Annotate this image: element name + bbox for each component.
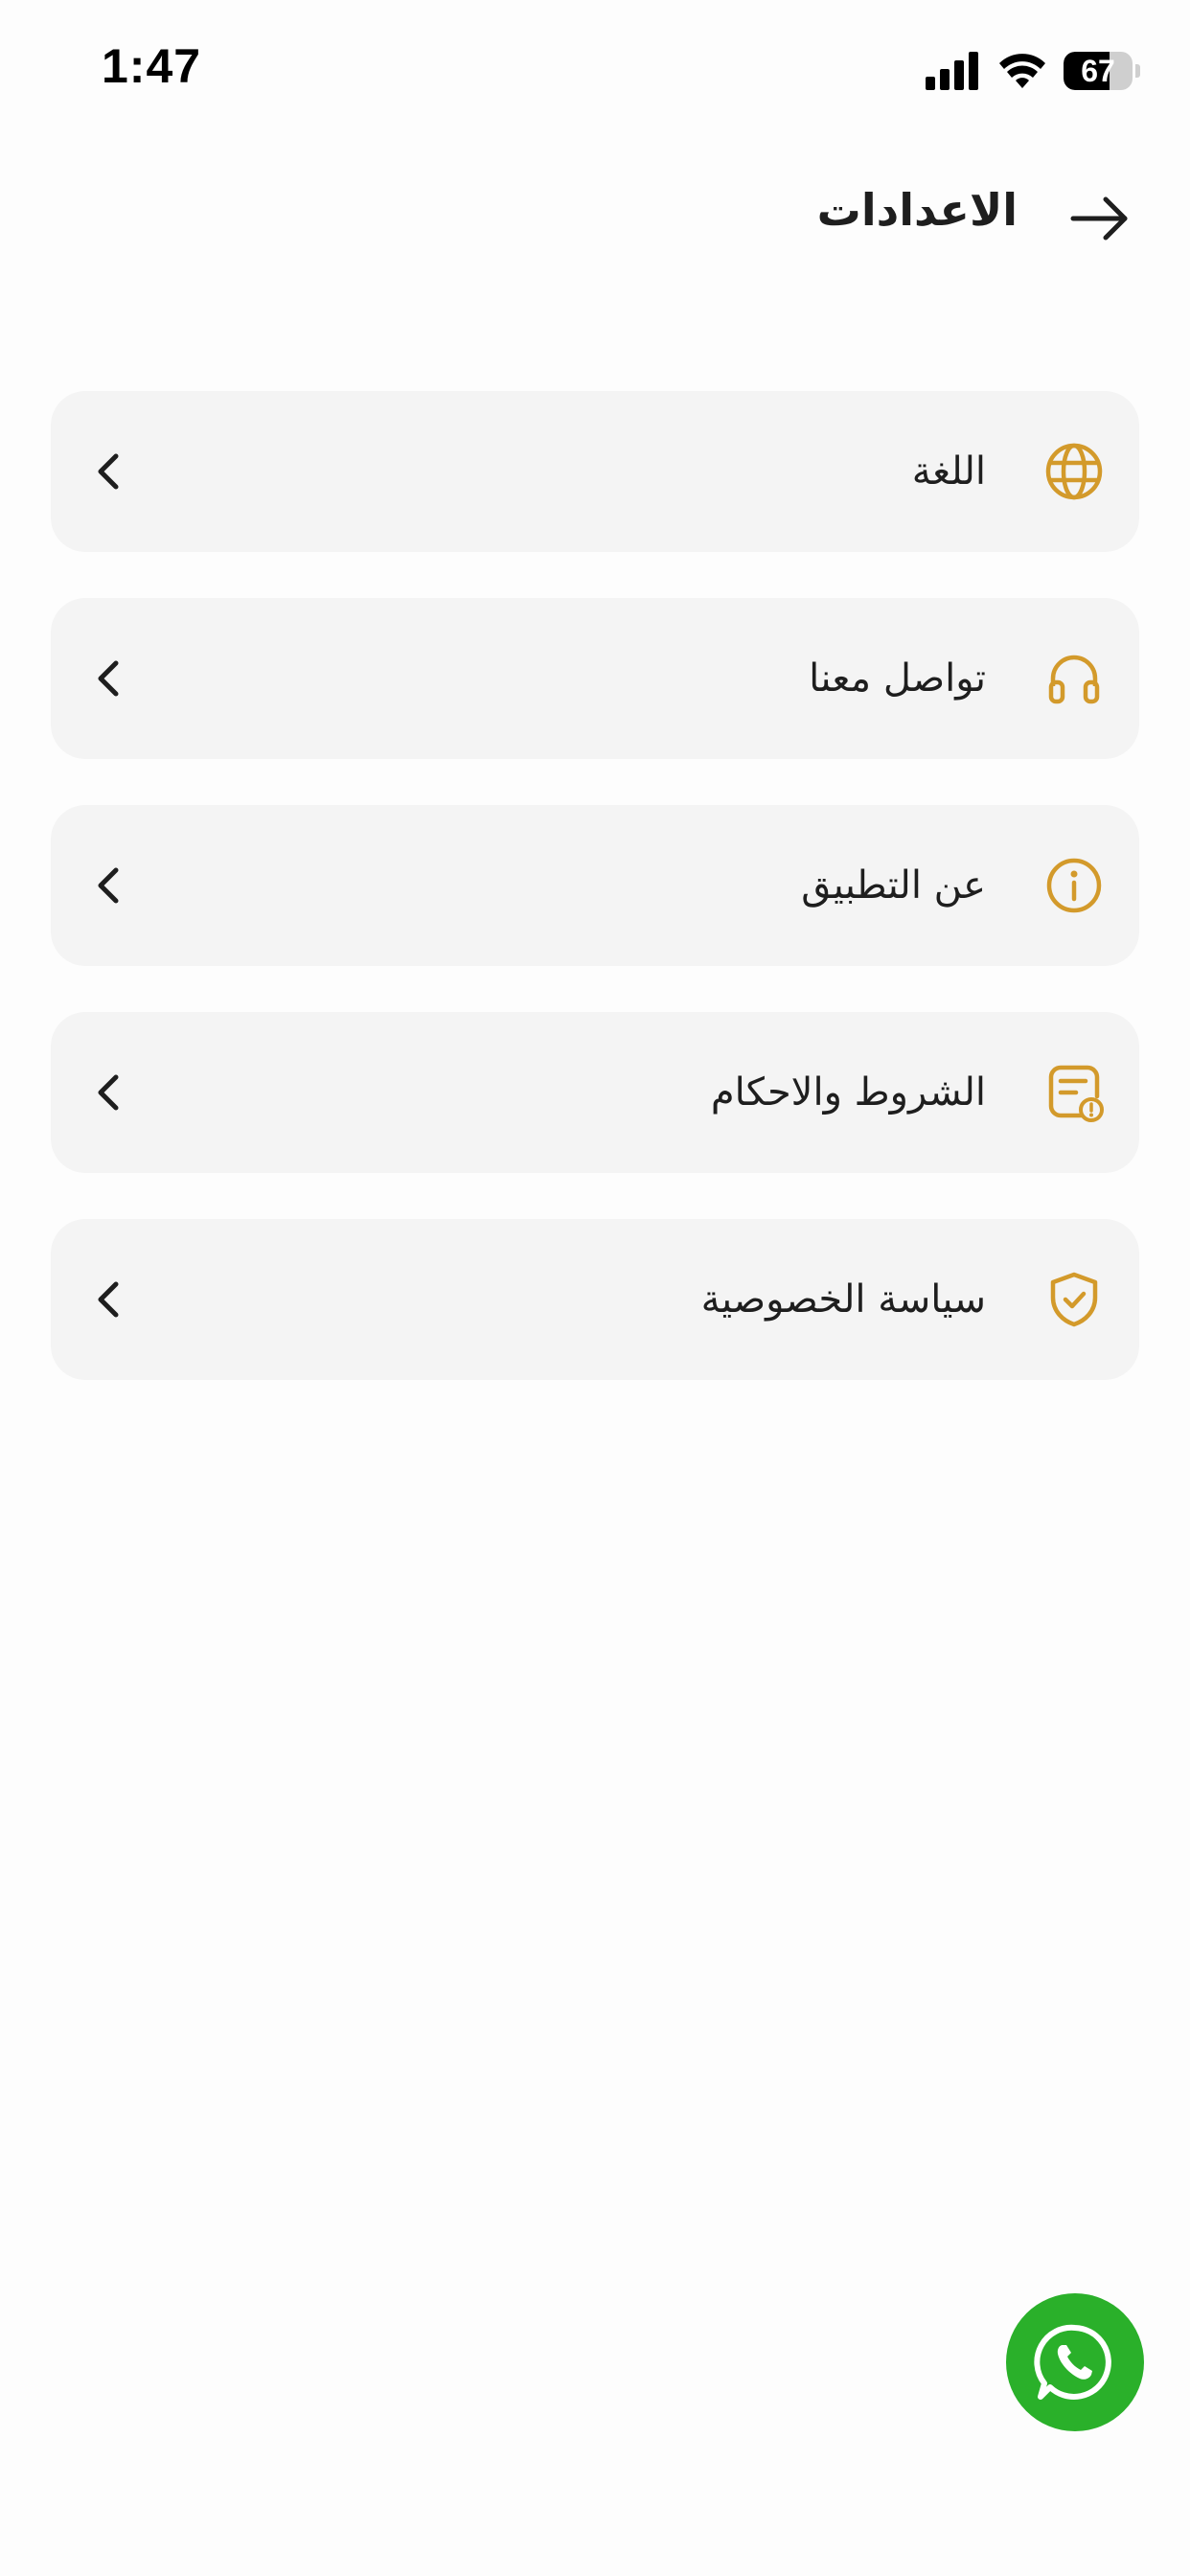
arrow-right-icon[interactable] (1067, 186, 1133, 251)
settings-item-label: الشروط والاحكام (710, 1070, 986, 1115)
settings-item-terms[interactable]: الشروط والاحكام (51, 1012, 1139, 1173)
settings-item-label: سياسة الخصوصية (700, 1277, 986, 1322)
battery-cap (1135, 64, 1140, 78)
settings-item-privacy-policy[interactable]: سياسة الخصوصية (51, 1219, 1139, 1380)
chevron-left-icon (98, 867, 119, 904)
wifi-icon (999, 54, 1045, 88)
status-time: 1:47 (102, 39, 202, 93)
chevron-left-icon (98, 660, 119, 697)
chevron-left-icon (98, 453, 119, 490)
header: الاعدادات (0, 163, 1190, 278)
info-icon (1046, 858, 1102, 913)
status-icons: 67 (926, 50, 1140, 92)
settings-item-label: عن التطبيق (801, 863, 986, 908)
settings-item-contact-us[interactable]: تواصل معنا (51, 598, 1139, 759)
battery-level: 67 (1081, 53, 1115, 88)
chevron-left-icon (98, 1074, 119, 1111)
page-title: الاعدادات (816, 184, 1018, 236)
battery-icon: 67 (1064, 52, 1133, 90)
chevron-left-icon (98, 1281, 119, 1318)
settings-item-label: اللغة (911, 449, 986, 494)
settings-item-about-app[interactable]: عن التطبيق (51, 805, 1139, 966)
globe-icon (1045, 443, 1103, 500)
signal-icon (926, 52, 978, 90)
shield-check-icon (1050, 1272, 1098, 1327)
whatsapp-icon (1034, 2324, 1111, 2400)
settings-item-label: تواصل معنا (809, 656, 986, 701)
status-bar: 1:47 67 (0, 0, 1190, 144)
document-alert-icon (1048, 1065, 1104, 1122)
settings-item-language[interactable]: اللغة (51, 391, 1139, 552)
settings-list: اللغة تواصل معنا عن التطبيق الشروط والاح… (51, 391, 1139, 1426)
headphones-icon (1048, 655, 1100, 704)
whatsapp-button[interactable] (1006, 2293, 1144, 2431)
